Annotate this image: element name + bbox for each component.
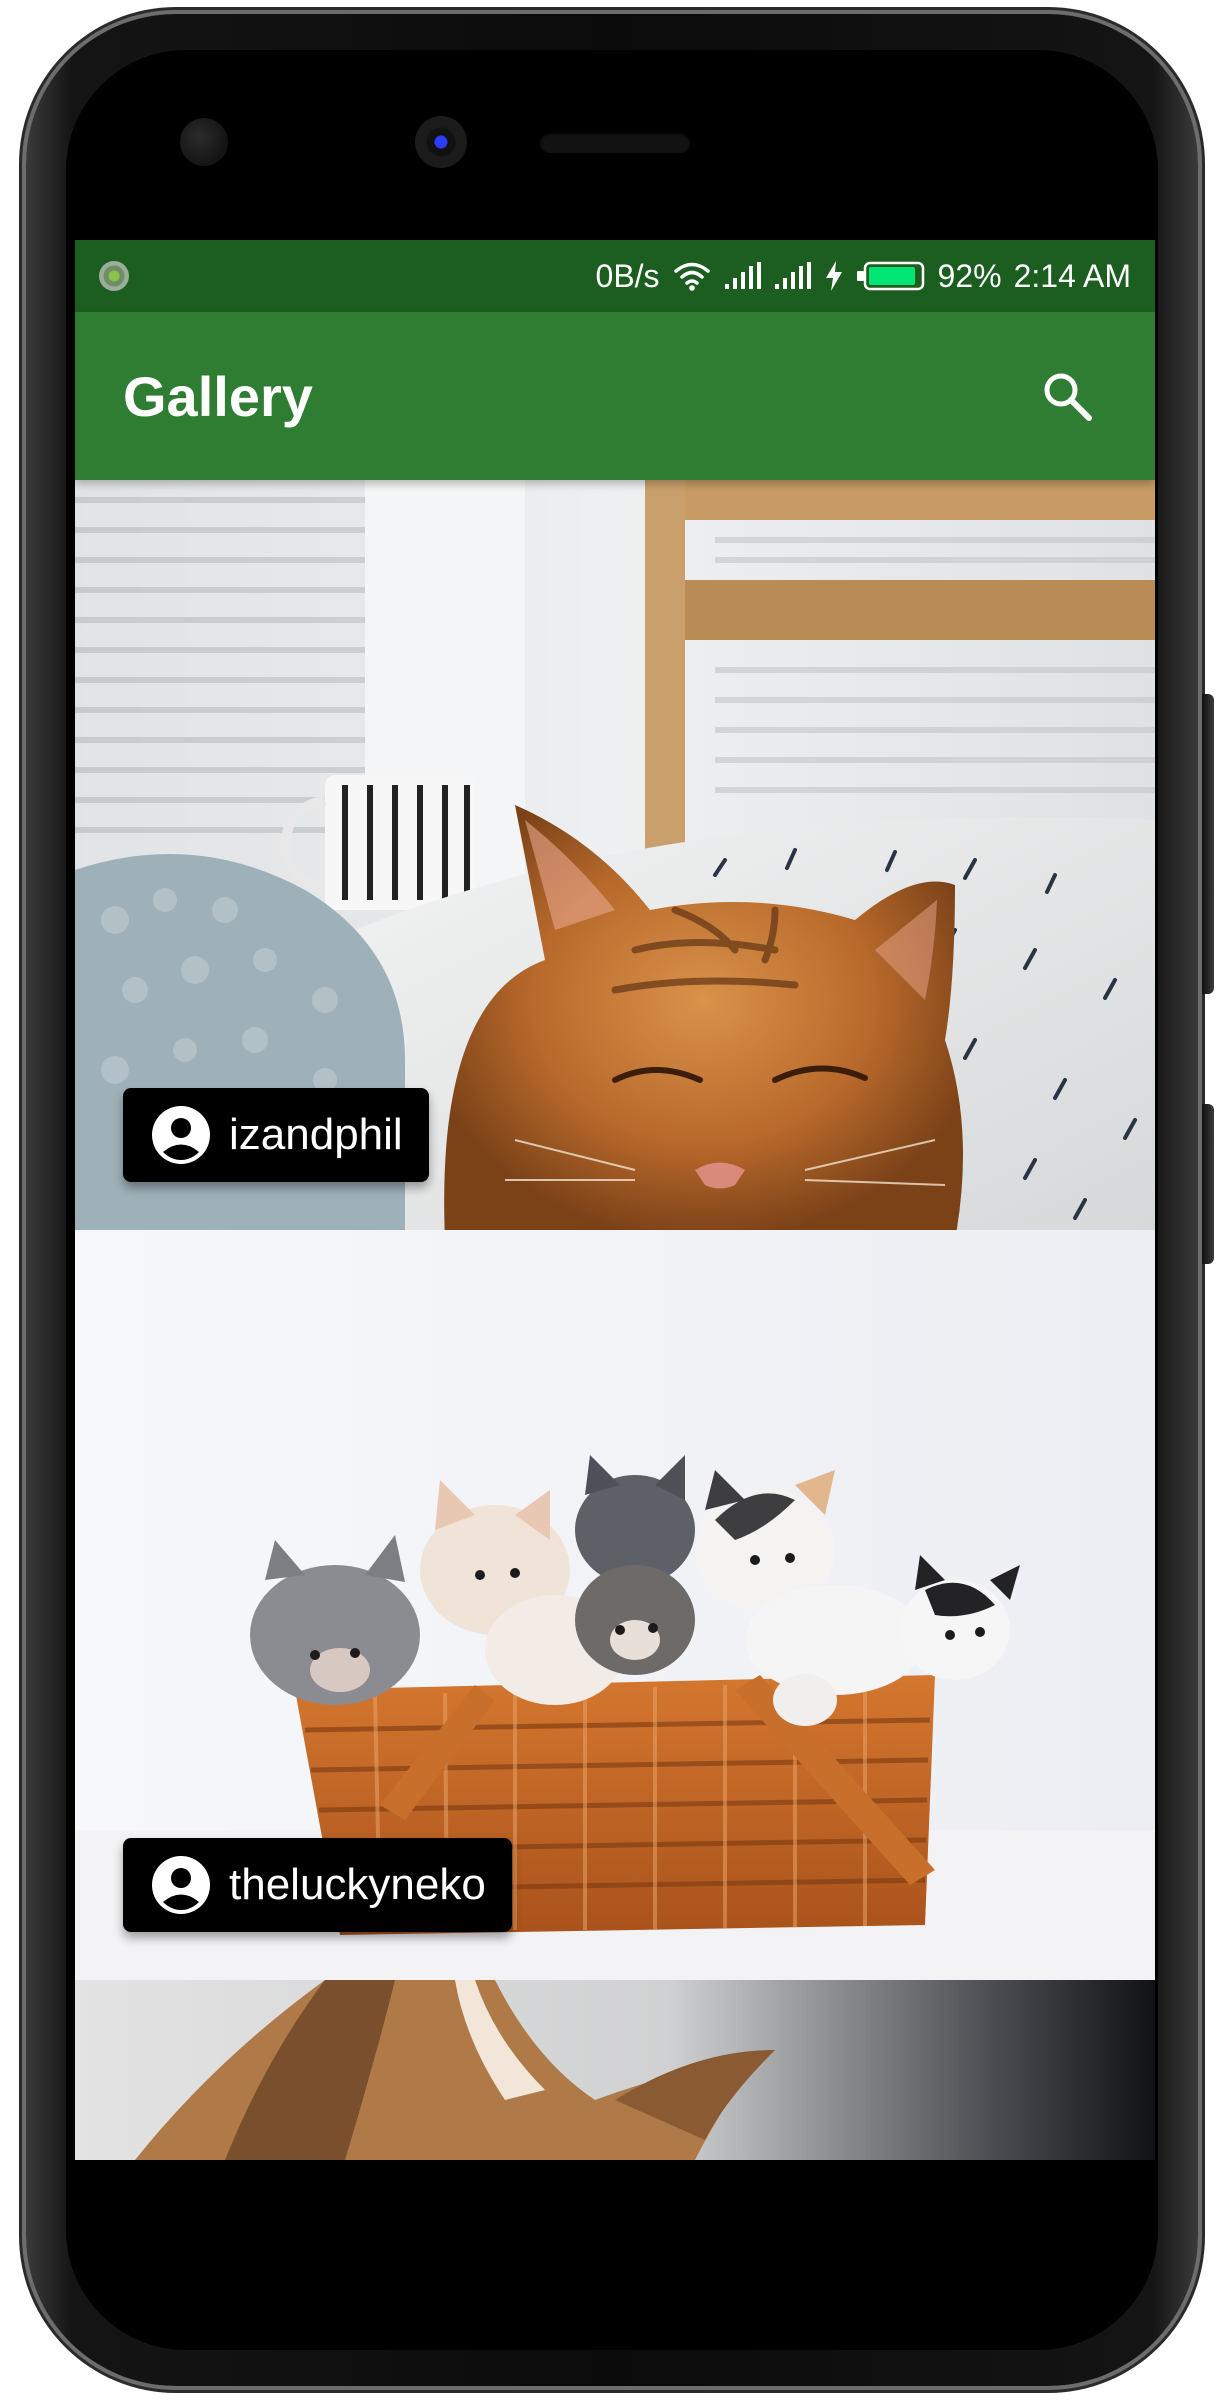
network-speed: 0B/s	[595, 257, 660, 294]
power-button	[1202, 694, 1214, 994]
wifi-icon	[672, 260, 712, 292]
account-circle-icon	[151, 1105, 211, 1165]
search-icon	[1044, 373, 1092, 421]
author-chip[interactable]: theluckyneko	[123, 1838, 512, 1932]
charging-icon	[824, 260, 844, 292]
gallery-item[interactable]: theluckyneko	[75, 1230, 1155, 1980]
search-button[interactable]	[1027, 356, 1107, 436]
photo-cat-closeup	[75, 1980, 1155, 2160]
volume-button	[1202, 1104, 1214, 1264]
clock: 2:14 AM	[1013, 257, 1131, 294]
author-chip[interactable]: izandphil	[123, 1088, 429, 1182]
gallery-item[interactable]: izandphil	[75, 480, 1155, 1230]
front-camera	[415, 116, 467, 168]
gallery-list[interactable]: izandphil theluckyneko	[75, 480, 1155, 2160]
gallery-item[interactable]	[75, 1980, 1155, 2160]
app-bar: Gallery	[75, 312, 1155, 480]
battery-icon	[856, 260, 926, 292]
signal-icon	[724, 260, 762, 292]
signal-icon	[774, 260, 812, 292]
earpiece-speaker	[540, 133, 690, 153]
author-name: theluckyneko	[229, 1860, 486, 1909]
notification-icon	[99, 261, 129, 291]
phone-screen: 0B/s 92% 2:14 AM Gallery izandphil thelu…	[75, 240, 1155, 2160]
proximity-sensor	[180, 118, 228, 166]
status-bar: 0B/s 92% 2:14 AM	[75, 240, 1155, 312]
author-name: izandphil	[229, 1110, 403, 1159]
app-title: Gallery	[123, 364, 313, 428]
battery-percent: 92%	[937, 257, 1002, 294]
account-circle-icon	[151, 1855, 211, 1915]
